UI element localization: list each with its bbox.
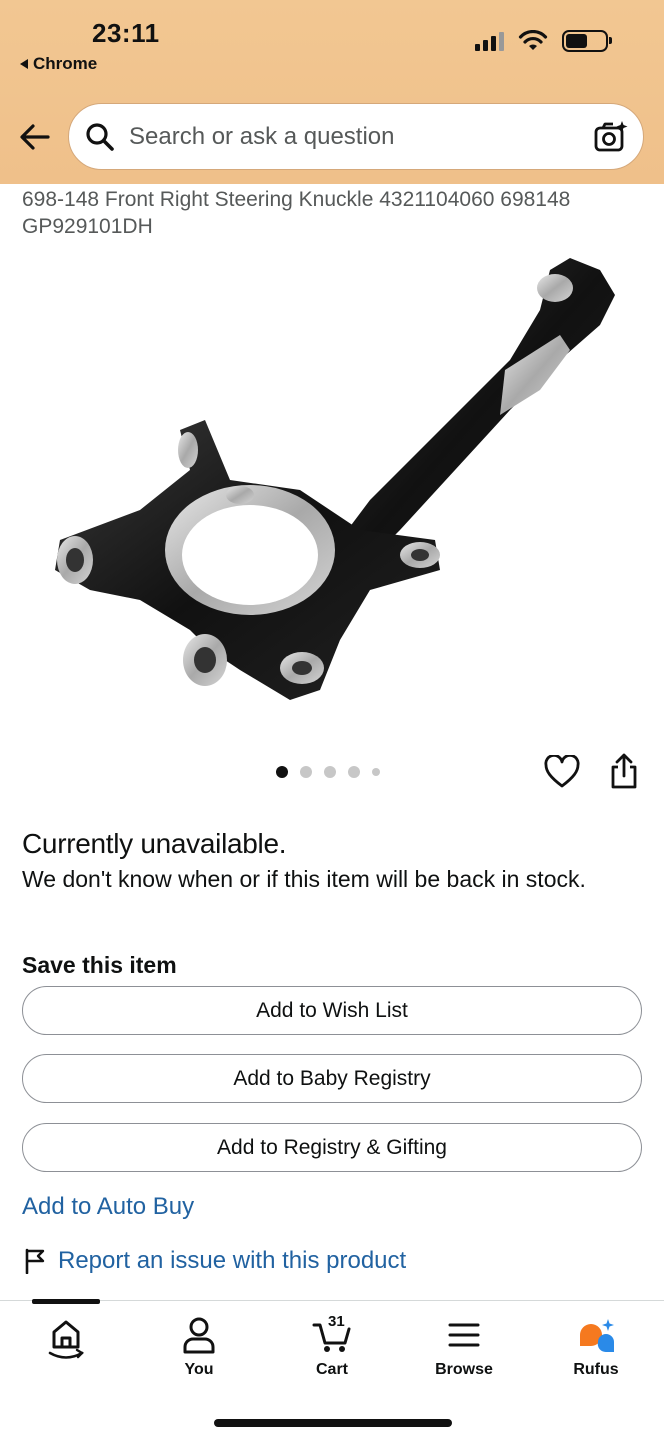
back-app-label: Chrome <box>33 54 98 73</box>
add-to-registry-gifting-button[interactable]: Add to Registry & Gifting <box>22 1123 642 1172</box>
tab-cart-label: Cart <box>315 1361 348 1378</box>
carousel-dot[interactable] <box>324 766 336 778</box>
cart-count-badge: 31 <box>328 1313 345 1330</box>
search-input[interactable]: Search or ask a question <box>129 123 593 151</box>
bottom-navigation: You 31 Cart Browse Rufus <box>0 1299 664 1440</box>
flag-icon <box>25 1248 45 1274</box>
status-icons <box>475 30 612 52</box>
tab-cart[interactable]: 31 Cart <box>282 1313 382 1379</box>
user-icon <box>183 1317 215 1354</box>
menu-icon <box>448 1323 480 1347</box>
add-to-auto-buy-link[interactable]: Add to Auto Buy <box>22 1193 194 1221</box>
active-tab-indicator <box>32 1299 100 1304</box>
back-to-app[interactable]: Chrome <box>20 54 97 74</box>
tab-home[interactable] <box>16 1315 116 1363</box>
add-to-wish-list-button[interactable]: Add to Wish List <box>22 986 642 1035</box>
product-title[interactable]: 698-148 Front Right Steering Knuckle 432… <box>22 186 642 240</box>
home-icon <box>48 1320 84 1359</box>
availability-heading: Currently unavailable. <box>22 828 287 859</box>
report-issue-label: Report an issue with this product <box>58 1247 407 1274</box>
home-indicator <box>214 1419 452 1427</box>
share-icon[interactable] <box>608 752 640 790</box>
back-triangle-icon <box>20 59 28 69</box>
wifi-icon <box>518 30 548 50</box>
tab-rufus-label: Rufus <box>573 1361 619 1378</box>
save-item-heading: Save this item <box>22 952 177 978</box>
tab-you-label: You <box>184 1361 214 1378</box>
image-carousel-dots[interactable] <box>276 766 380 778</box>
status-time: 23:11 <box>92 18 160 48</box>
tab-you[interactable]: You <box>149 1315 249 1379</box>
report-issue-link[interactable]: Report an issue with this product <box>24 1247 406 1275</box>
search-bar[interactable]: Search or ask a question <box>68 103 644 170</box>
tab-rufus[interactable]: Rufus <box>546 1315 646 1379</box>
rufus-icon <box>580 1319 614 1353</box>
heart-icon[interactable] <box>544 755 580 789</box>
add-to-baby-registry-button[interactable]: Add to Baby Registry <box>22 1054 642 1103</box>
product-image[interactable] <box>40 250 630 720</box>
app-header: 23:11 Chrome Search or ask a question <box>0 0 664 184</box>
tab-browse-label: Browse <box>435 1361 493 1378</box>
carousel-dot[interactable] <box>372 768 380 776</box>
back-arrow-icon[interactable] <box>18 120 52 154</box>
cellular-signal-icon <box>475 31 504 51</box>
availability-message: We don't know when or if this item will … <box>22 866 586 892</box>
battery-icon <box>562 30 612 52</box>
tab-browse[interactable]: Browse <box>414 1315 514 1379</box>
camera-search-icon[interactable] <box>593 119 629 155</box>
carousel-dot[interactable] <box>348 766 360 778</box>
carousel-dot[interactable] <box>300 766 312 778</box>
carousel-dot[interactable] <box>276 766 288 778</box>
search-icon <box>86 122 114 151</box>
